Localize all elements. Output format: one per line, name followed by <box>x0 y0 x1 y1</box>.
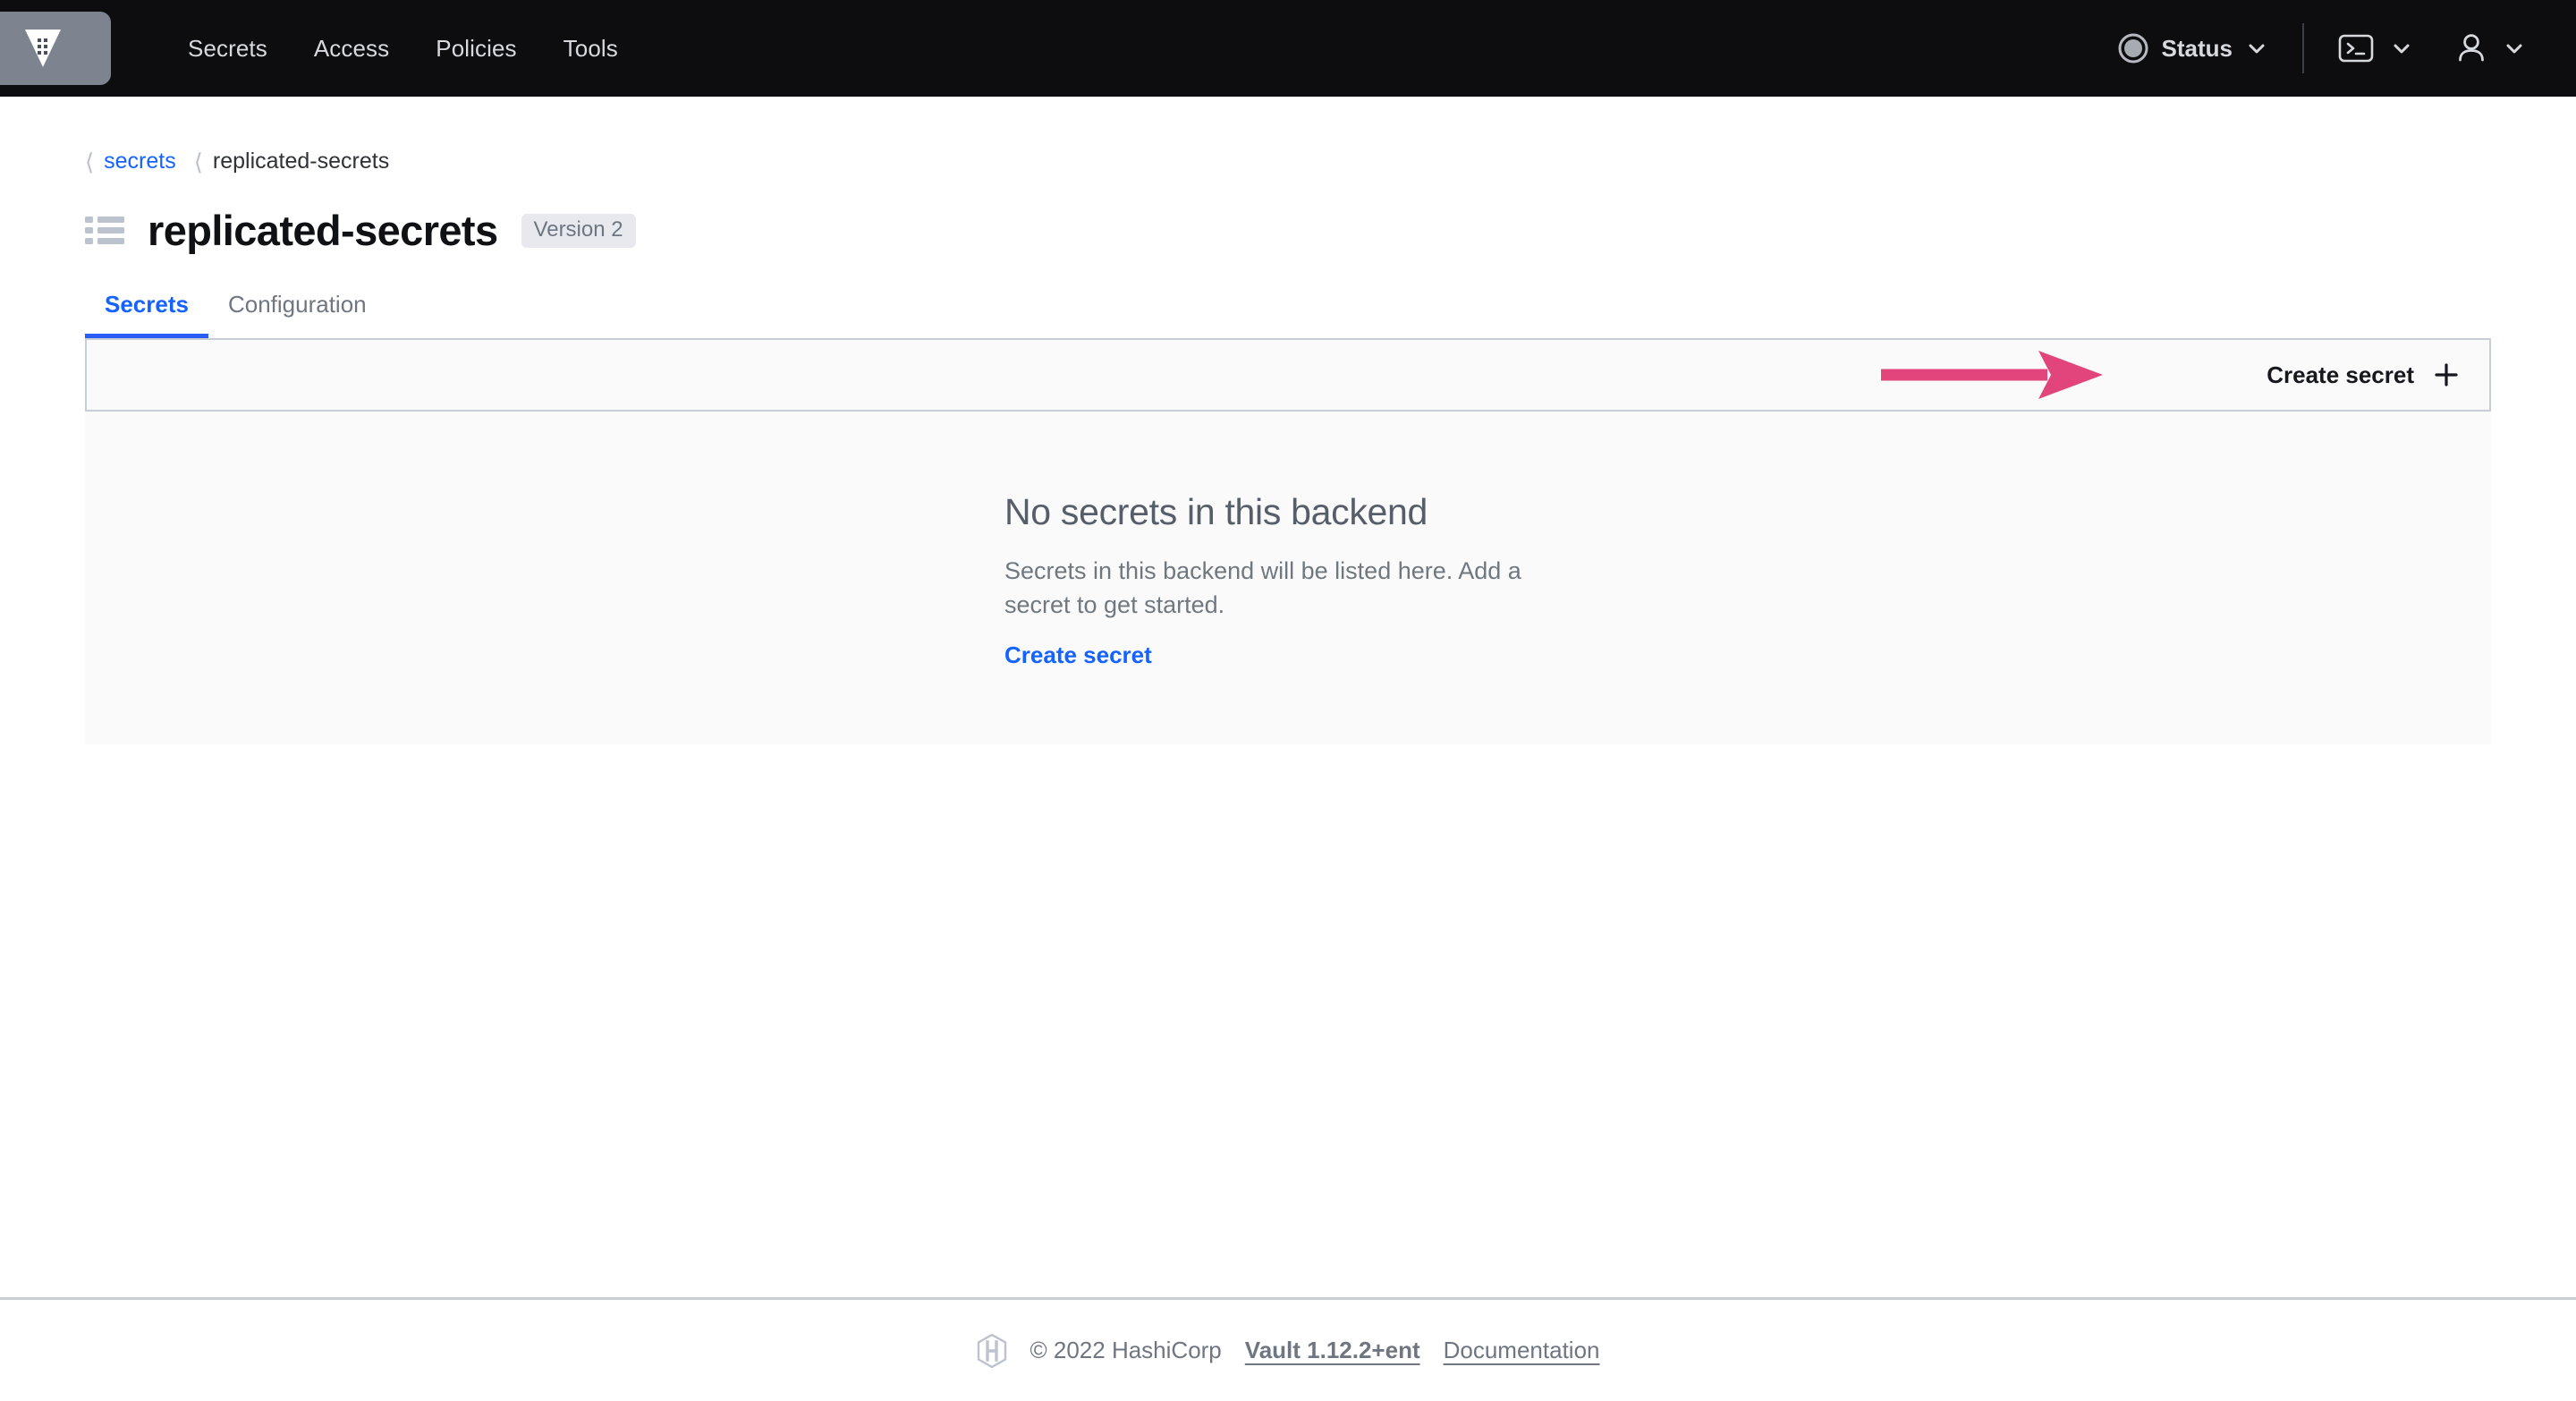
empty-state-body: Secrets in this backend will be listed h… <box>1004 557 1521 619</box>
nav-item-secrets[interactable]: Secrets <box>188 35 267 63</box>
empty-state-panel: No secrets in this backend Secrets in th… <box>85 412 2491 744</box>
nav-right-controls: Status <box>2117 23 2576 73</box>
plus-icon <box>2434 362 2459 387</box>
page-title: replicated-secrets <box>148 207 498 254</box>
version-badge: Version 2 <box>521 213 636 248</box>
chevron-left-icon: ⟨ <box>193 148 203 175</box>
vault-logo-icon <box>21 26 64 71</box>
nav-item-tools[interactable]: Tools <box>564 35 618 63</box>
primary-nav-links: Secrets Access Policies Tools <box>188 35 618 63</box>
chevron-down-icon <box>2245 37 2268 60</box>
footer-documentation-link[interactable]: Documentation <box>1444 1337 1600 1364</box>
footer-copyright: © 2022 HashiCorp <box>1030 1337 1222 1363</box>
nav-divider <box>2302 23 2304 73</box>
tab-secrets[interactable]: Secrets <box>85 291 208 338</box>
hashicorp-logo-icon <box>977 1333 1007 1368</box>
vault-home-logo-button[interactable] <box>0 12 111 85</box>
list-icon <box>85 216 124 246</box>
top-navigation-bar: Secrets Access Policies Tools Status <box>0 0 2576 97</box>
annotation-arrow <box>1879 349 2105 401</box>
chevron-down-icon <box>2503 37 2526 60</box>
page-content: ⟨ secrets ⟨ replicated-secrets replicate… <box>0 97 2576 744</box>
nav-item-access[interactable]: Access <box>314 35 389 63</box>
create-secret-label: Create secret <box>2267 361 2414 388</box>
breadcrumb-item-current: replicated-secrets <box>212 149 390 174</box>
status-menu-button[interactable]: Status <box>2117 32 2268 64</box>
empty-state-title: No secrets in this backend <box>1004 491 1428 532</box>
empty-state-create-secret-link[interactable]: Create secret <box>1004 641 1152 669</box>
footer: © 2022 HashiCorp Vault 1.12.2+ent Docume… <box>0 1300 2576 1401</box>
nav-item-policies[interactable]: Policies <box>436 35 516 63</box>
content-container: ⟨ secrets ⟨ replicated-secrets replicate… <box>0 97 2576 744</box>
create-secret-button[interactable]: Create secret <box>2267 361 2459 389</box>
status-circle-icon <box>2117 32 2149 64</box>
chevron-left-icon: ⟨ <box>85 148 95 175</box>
tab-bar: Secrets Configuration <box>85 291 2491 338</box>
terminal-console-icon <box>2338 33 2374 64</box>
breadcrumb: ⟨ secrets ⟨ replicated-secrets <box>85 97 2491 174</box>
toolbar: Create secret <box>85 338 2491 412</box>
breadcrumb-item-secrets[interactable]: secrets <box>104 149 176 174</box>
footer-version-link[interactable]: Vault 1.12.2+ent <box>1245 1337 1420 1364</box>
page-header: replicated-secrets Version 2 <box>85 209 2491 251</box>
user-person-icon <box>2456 32 2487 64</box>
tab-configuration[interactable]: Configuration <box>208 291 386 338</box>
status-label: Status <box>2161 34 2233 62</box>
chevron-down-icon <box>2390 37 2413 60</box>
user-menu-button[interactable] <box>2456 32 2526 64</box>
console-menu-button[interactable] <box>2338 33 2413 64</box>
